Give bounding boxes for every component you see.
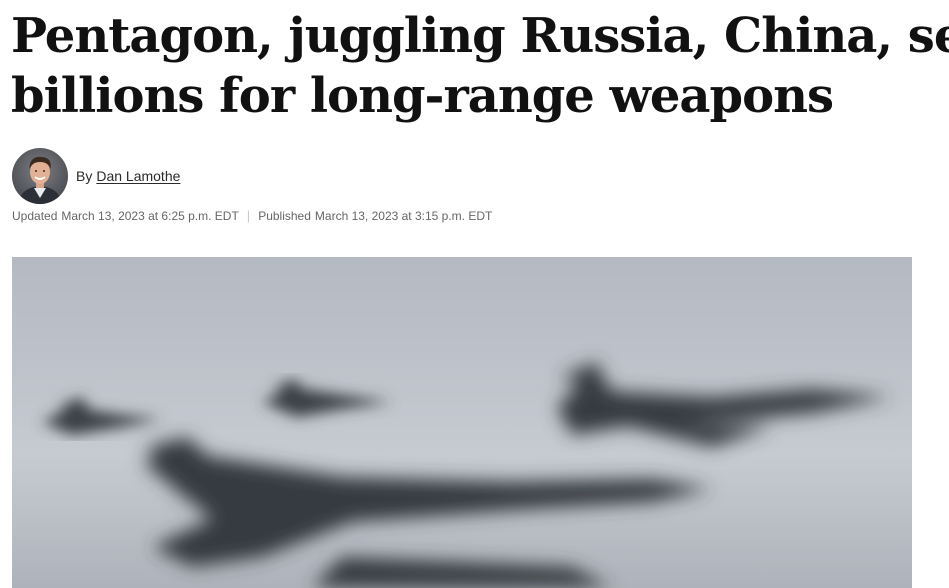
author-avatar[interactable] <box>12 148 68 204</box>
updated-time: March 13, 2023 at 6:25 p.m. EDT <box>61 208 239 223</box>
article-page: Pentagon, juggling Russia, China, seeks … <box>0 0 949 588</box>
article-dates: Updated March 13, 2023 at 6:25 p.m. EDT … <box>12 208 492 223</box>
article-headline: Pentagon, juggling Russia, China, seeks … <box>11 6 949 126</box>
aircraft-formation-image <box>12 257 912 588</box>
byline-text: By Dan Lamothe <box>76 168 180 184</box>
published-label: Published <box>258 208 311 223</box>
author-headshot-icon <box>12 148 68 204</box>
updated-label: Updated <box>12 208 58 223</box>
headline-line-2: billions for long-range weapons <box>11 68 834 124</box>
published-time: March 13, 2023 at 3:15 p.m. EDT <box>314 208 493 223</box>
date-separator: | <box>246 208 251 223</box>
author-name-link[interactable]: Dan Lamothe <box>96 168 180 184</box>
lead-image[interactable] <box>12 257 912 588</box>
byline-prefix: By <box>76 168 93 184</box>
byline: By Dan Lamothe <box>12 148 180 204</box>
headline-line-1: Pentagon, juggling Russia, China, seeks <box>11 8 949 64</box>
